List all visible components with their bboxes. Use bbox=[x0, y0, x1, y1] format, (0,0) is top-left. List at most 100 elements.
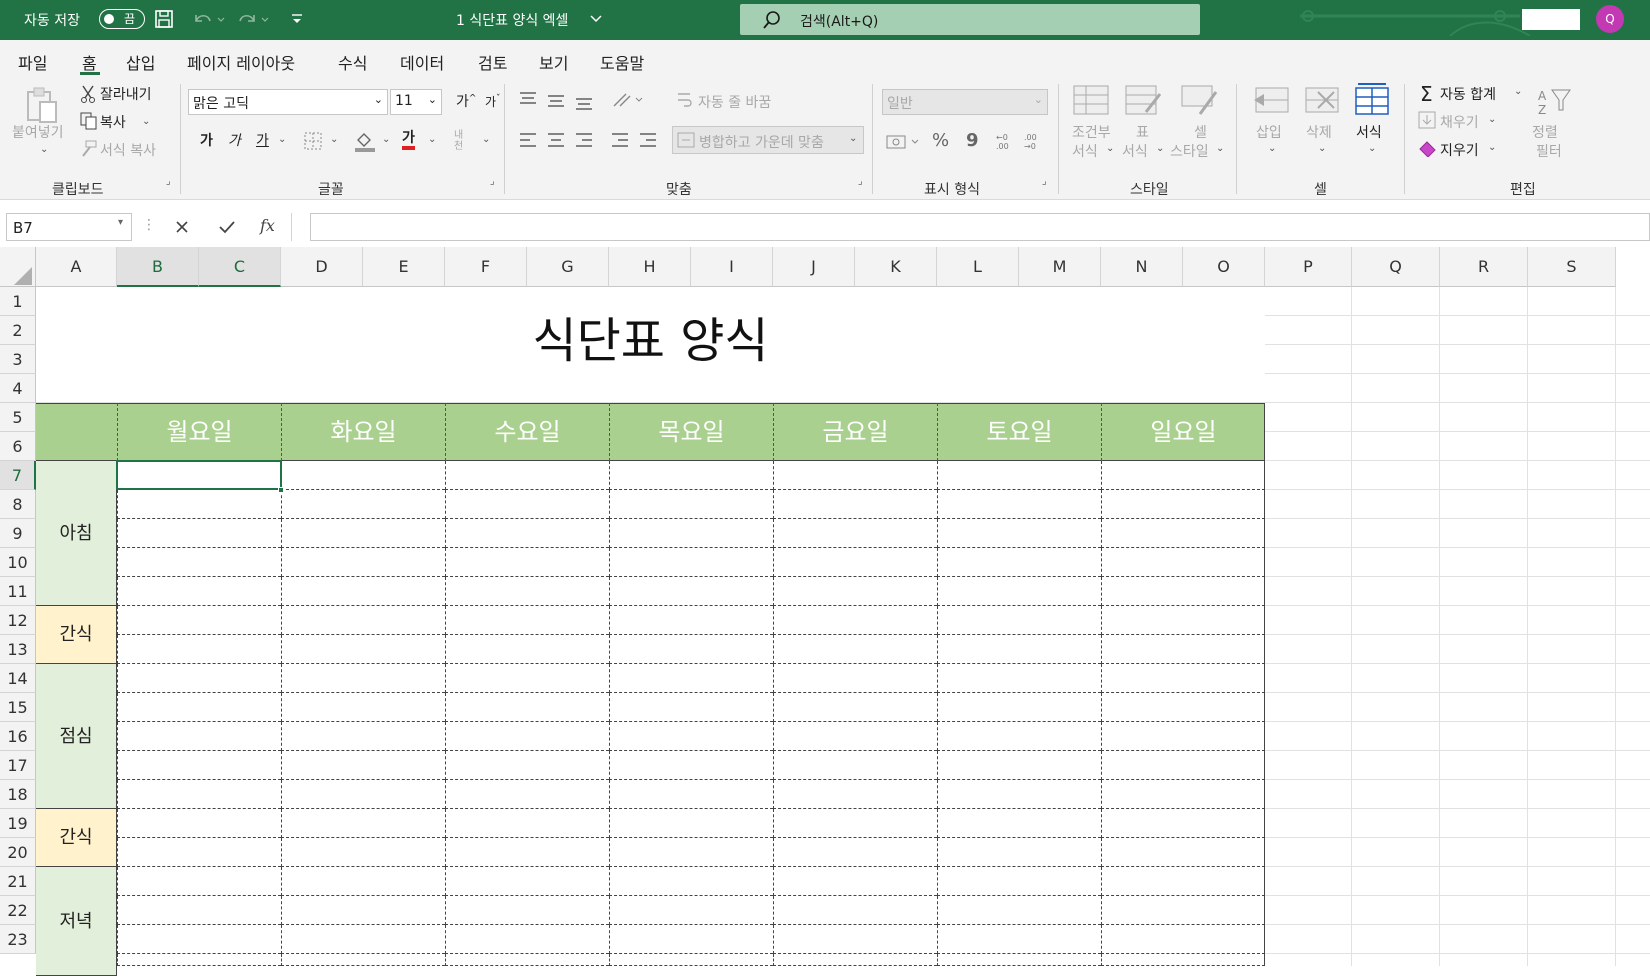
row-header-23[interactable]: 23 bbox=[0, 925, 36, 954]
tab-review[interactable]: 검토 bbox=[478, 50, 507, 74]
paste-dropdown-icon[interactable]: ⌄ bbox=[40, 144, 48, 155]
row-header-16[interactable]: 16 bbox=[0, 722, 36, 751]
table-cell[interactable] bbox=[445, 519, 609, 548]
table-cell[interactable] bbox=[937, 838, 1101, 867]
table-cell[interactable] bbox=[773, 490, 937, 519]
table-cell[interactable] bbox=[117, 548, 281, 577]
meal-label-cell[interactable]: 점심 bbox=[36, 664, 117, 809]
column-header-O[interactable]: O bbox=[1183, 247, 1265, 287]
table-cell[interactable] bbox=[445, 490, 609, 519]
table-cell[interactable] bbox=[445, 606, 609, 635]
tab-help[interactable]: 도움말 bbox=[600, 50, 644, 74]
column-header-C[interactable]: C bbox=[199, 247, 281, 287]
table-cell[interactable] bbox=[445, 780, 609, 809]
table-cell[interactable] bbox=[1101, 780, 1265, 809]
comma-button[interactable]: 9 bbox=[966, 130, 979, 151]
table-cell[interactable] bbox=[1101, 577, 1265, 606]
table-cell[interactable] bbox=[281, 490, 445, 519]
number-format-combo[interactable]: 일반 ⌄ bbox=[882, 89, 1048, 115]
decrease-font-size-icon[interactable]: 가ˇ bbox=[485, 93, 501, 110]
autosum-button[interactable]: 자동 합계 bbox=[1440, 84, 1496, 104]
table-cell[interactable] bbox=[117, 896, 281, 925]
table-cell[interactable] bbox=[281, 896, 445, 925]
fill-button[interactable]: 채우기 bbox=[1440, 112, 1479, 132]
format-dropdown-icon[interactable]: ⌄ bbox=[1368, 143, 1376, 154]
fill-dropdown-icon[interactable]: ⌄ bbox=[1488, 114, 1496, 125]
meal-label-cell[interactable]: 아침 bbox=[36, 461, 117, 606]
table-cell[interactable] bbox=[609, 548, 773, 577]
table-cell[interactable] bbox=[773, 722, 937, 751]
autosum-dropdown-icon[interactable]: ⌄ bbox=[1514, 86, 1522, 97]
table-cell[interactable] bbox=[445, 548, 609, 577]
underline-button[interactable]: 가 bbox=[256, 130, 269, 150]
table-cell[interactable] bbox=[609, 461, 773, 490]
table-cell[interactable] bbox=[445, 461, 609, 490]
table-cell[interactable] bbox=[445, 635, 609, 664]
conditional-dropdown-icon[interactable]: ⌄ bbox=[1106, 143, 1114, 154]
column-header-Q[interactable]: Q bbox=[1352, 247, 1440, 287]
table-cell[interactable] bbox=[1101, 925, 1265, 954]
table-cell[interactable] bbox=[937, 664, 1101, 693]
bold-button[interactable]: 가 bbox=[200, 130, 213, 150]
table-cell[interactable] bbox=[117, 867, 281, 896]
table-cell[interactable] bbox=[937, 606, 1101, 635]
table-cell[interactable] bbox=[117, 606, 281, 635]
table-cell[interactable] bbox=[937, 867, 1101, 896]
table-cell[interactable] bbox=[609, 722, 773, 751]
delete-cells-icon[interactable] bbox=[1302, 84, 1342, 118]
delete-dropdown-icon[interactable]: ⌄ bbox=[1318, 143, 1326, 154]
table-cell[interactable] bbox=[445, 751, 609, 780]
meal-label-cell[interactable]: 간식 bbox=[36, 606, 117, 664]
decimal-icons[interactable]: ←0.00.00→0 bbox=[994, 130, 1048, 152]
name-box-dropdown-icon[interactable]: ▾ bbox=[118, 217, 123, 228]
borders-dropdown-icon[interactable]: ⌄ bbox=[330, 134, 338, 145]
table-cell[interactable] bbox=[937, 925, 1101, 954]
increase-font-size-icon[interactable]: 가^ bbox=[456, 91, 476, 111]
insert-cells-button[interactable]: 삽입 bbox=[1256, 122, 1282, 142]
table-cell[interactable] bbox=[773, 925, 937, 954]
font-color-button[interactable]: 가 bbox=[402, 130, 415, 150]
table-cell[interactable] bbox=[937, 461, 1101, 490]
column-header-D[interactable]: D bbox=[281, 247, 363, 287]
dialog-launcher-icon[interactable]: ⌟ bbox=[166, 176, 171, 187]
table-cell[interactable] bbox=[609, 896, 773, 925]
column-header-G[interactable]: G bbox=[527, 247, 609, 287]
table-cell[interactable] bbox=[609, 954, 773, 966]
sheet-title[interactable]: 식단표 양식 bbox=[36, 287, 1265, 403]
table-cell[interactable] bbox=[609, 577, 773, 606]
paste-icon[interactable] bbox=[24, 86, 60, 126]
copy-dropdown-icon[interactable]: ⌄ bbox=[142, 116, 150, 127]
table-cell[interactable] bbox=[281, 722, 445, 751]
enter-check-icon[interactable] bbox=[218, 219, 236, 235]
table-cell[interactable] bbox=[281, 606, 445, 635]
table-cell[interactable] bbox=[773, 867, 937, 896]
row-header-6[interactable]: 6 bbox=[0, 432, 36, 461]
row-header-22[interactable]: 22 bbox=[0, 896, 36, 925]
format-as-table-label-1[interactable]: 표 bbox=[1136, 122, 1149, 142]
row-header-9[interactable]: 9 bbox=[0, 519, 36, 548]
tab-view[interactable]: 보기 bbox=[539, 50, 568, 74]
table-cell[interactable] bbox=[773, 693, 937, 722]
row-header-18[interactable]: 18 bbox=[0, 780, 36, 809]
row-header-2[interactable]: 2 bbox=[0, 316, 36, 345]
table-cell[interactable] bbox=[445, 664, 609, 693]
table-cell[interactable] bbox=[1101, 548, 1265, 577]
meal-label-cell[interactable]: 저녁 bbox=[36, 867, 117, 976]
cell-styles-label-1[interactable]: 셀 bbox=[1194, 122, 1207, 142]
table-cell[interactable] bbox=[937, 548, 1101, 577]
row-header-14[interactable]: 14 bbox=[0, 664, 36, 693]
undo-icon[interactable] bbox=[192, 9, 228, 29]
redo-icon[interactable] bbox=[236, 9, 272, 29]
insert-cells-icon[interactable] bbox=[1252, 84, 1292, 118]
search-box[interactable]: 검색(Alt+Q) bbox=[740, 4, 1200, 35]
table-cell[interactable] bbox=[609, 838, 773, 867]
table-cell[interactable] bbox=[117, 809, 281, 838]
table-cell[interactable] bbox=[609, 635, 773, 664]
customize-qat-icon[interactable] bbox=[290, 11, 304, 27]
column-header-B[interactable]: B bbox=[117, 247, 199, 287]
table-cell[interactable] bbox=[445, 809, 609, 838]
table-cell[interactable] bbox=[1101, 606, 1265, 635]
table-cell[interactable] bbox=[117, 751, 281, 780]
row-header-15[interactable]: 15 bbox=[0, 693, 36, 722]
row-header-8[interactable]: 8 bbox=[0, 490, 36, 519]
